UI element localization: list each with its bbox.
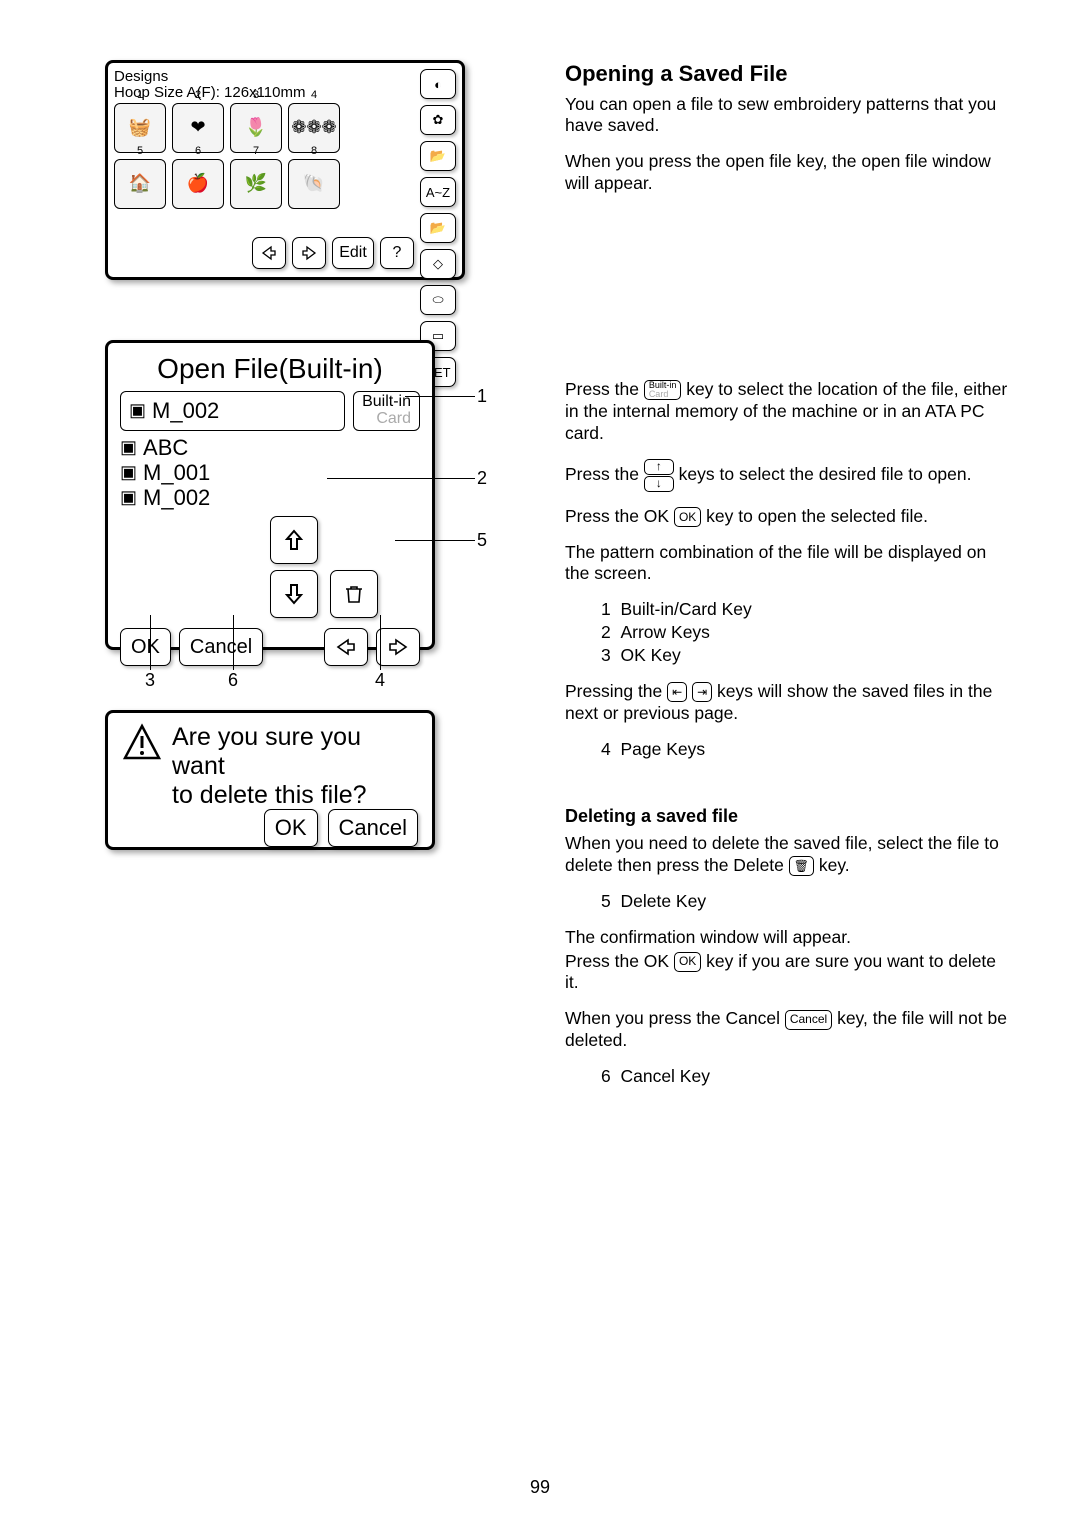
page-number: 99 [0, 1477, 1080, 1498]
designs-title: Designs [114, 68, 168, 85]
inline-cancel-key: Cancel [785, 1010, 832, 1030]
design-cell-7[interactable]: 7🌿 [230, 159, 282, 209]
delete-instruction: When you need to delete the saved file, … [565, 833, 1010, 877]
cancel-key[interactable]: Cancel [179, 628, 263, 666]
heading-opening: Opening a Saved File [565, 60, 1010, 88]
arrow-down-icon: ↓ [644, 476, 674, 492]
confirm-note-3: When you press the Cancel Cancel key, th… [565, 1008, 1010, 1052]
arrow-right-page-icon [300, 245, 318, 261]
confirm-cancel-button[interactable]: Cancel [328, 809, 418, 847]
file-icon: ▣ [120, 437, 137, 458]
design-cell-6[interactable]: 6🍎 [172, 159, 224, 209]
callout-4: 4 [375, 670, 385, 691]
hoop-button[interactable]: ⬭ [420, 285, 456, 315]
page-prev-key[interactable] [324, 628, 368, 666]
open-file-screen: Open File(Built-in) ▣ M_002 Built-in Car… [105, 340, 435, 650]
arrow-up-icon [281, 527, 307, 553]
open-file-button-2[interactable]: 📂 [420, 213, 456, 243]
delete-key[interactable] [330, 570, 378, 618]
page-prev-button[interactable] [252, 237, 286, 269]
file-icon: ▣ [129, 400, 146, 421]
confirm-note-1: The confirmation window will appear. [565, 927, 1010, 949]
key-list-4: 6 Cancel Key [601, 1066, 1010, 1088]
inline-trash-icon: 🗑 [789, 856, 814, 876]
callout-1: 1 [477, 386, 487, 407]
confirm-ok-button[interactable]: OK [264, 809, 318, 847]
open-p2: When you press the open file key, the op… [565, 151, 1010, 195]
edit-button[interactable]: Edit [332, 237, 374, 269]
design-cell-8[interactable]: 8🐚 [288, 159, 340, 209]
ok-open-instruction: Press the OK OK key to open the selected… [565, 506, 1010, 528]
tag-button[interactable]: ◇ [420, 249, 456, 279]
arrow-right-page-icon [387, 638, 409, 656]
page-next-key[interactable] [376, 628, 420, 666]
file-icon: ▣ [120, 462, 137, 483]
flower-category-button[interactable]: ✿ [420, 105, 456, 135]
callout-2: 2 [477, 468, 487, 489]
arrow-instruction: Press the ↑ ↓ keys to select the desired… [565, 459, 1010, 492]
designs-screen: Designs Hoop Size A(F): 126x110mm 1🧺 2❤ … [105, 60, 465, 280]
confirm-note-2: Press the OK OK key if you are sure you … [565, 951, 1010, 995]
list-item[interactable]: ▣M_001 [120, 460, 420, 485]
list-item[interactable]: ▣M_002 [120, 485, 420, 510]
az-button[interactable]: A~Z [420, 177, 456, 207]
inline-page-prev-icon: ⇤ [667, 682, 687, 702]
mode-icon-1[interactable]: ◐ [420, 69, 456, 99]
key-list-3: 5 Delete Key [601, 891, 1010, 913]
arrow-left-page-icon [335, 638, 357, 656]
list-item[interactable]: ▣ABC [120, 435, 420, 460]
arrow-up-key[interactable] [270, 516, 318, 564]
file-list: ▣ABC ▣M_001 ▣M_002 [120, 435, 420, 511]
callout-6: 6 [228, 670, 238, 691]
open-p1: You can open a file to sew embroidery pa… [565, 94, 1010, 138]
open-file-title: Open File(Built-in) [120, 353, 420, 385]
inline-arrow-keys: ↑ ↓ [644, 459, 674, 492]
inline-ok-key: OK [674, 952, 701, 972]
help-button[interactable]: ? [380, 237, 414, 269]
page-next-button[interactable] [292, 237, 326, 269]
key-list-1: 1 Built-in/Card Key 2 Arrow Keys 3 OK Ke… [601, 599, 1010, 667]
selected-file-box: ▣ M_002 [120, 391, 345, 431]
heading-deleting: Deleting a saved file [565, 805, 1010, 828]
arrow-up-icon: ↑ [644, 459, 674, 475]
key-list-2: 4 Page Keys [601, 739, 1010, 761]
trash-icon [342, 582, 366, 606]
inline-ok-key: OK [674, 507, 701, 527]
open-file-figure: Open File(Built-in) ▣ M_002 Built-in Car… [105, 340, 505, 650]
inline-page-next-icon: ⇥ [692, 682, 712, 702]
file-icon: ▣ [120, 487, 137, 508]
warning-icon [122, 723, 162, 763]
page-keys-instruction: Pressing the ⇤ ⇥ keys will show the save… [565, 681, 1010, 725]
ok-key[interactable]: OK [120, 628, 171, 666]
callout-3: 3 [145, 670, 155, 691]
design-cell-5[interactable]: 5🏠 [114, 159, 166, 209]
instruction-text: Opening a Saved File You can open a file… [565, 60, 1010, 1102]
inline-builtin-card-key: Built-inCard [644, 380, 682, 400]
arrow-down-key[interactable] [270, 570, 318, 618]
callout-5: 5 [477, 530, 487, 551]
left-figures: Designs Hoop Size A(F): 126x110mm 1🧺 2❤ … [105, 60, 505, 1102]
arrow-left-page-icon [260, 245, 278, 261]
arrow-down-icon [281, 581, 307, 607]
display-note: The pattern combination of the file will… [565, 542, 1010, 586]
loc-instruction: Press the Built-inCard key to select the… [565, 379, 1010, 445]
confirm-dialog: Are you sure you want to delete this fil… [105, 710, 435, 850]
open-file-button[interactable]: 📂 [420, 141, 456, 171]
confirm-message: Are you sure you want to delete this fil… [172, 723, 418, 809]
